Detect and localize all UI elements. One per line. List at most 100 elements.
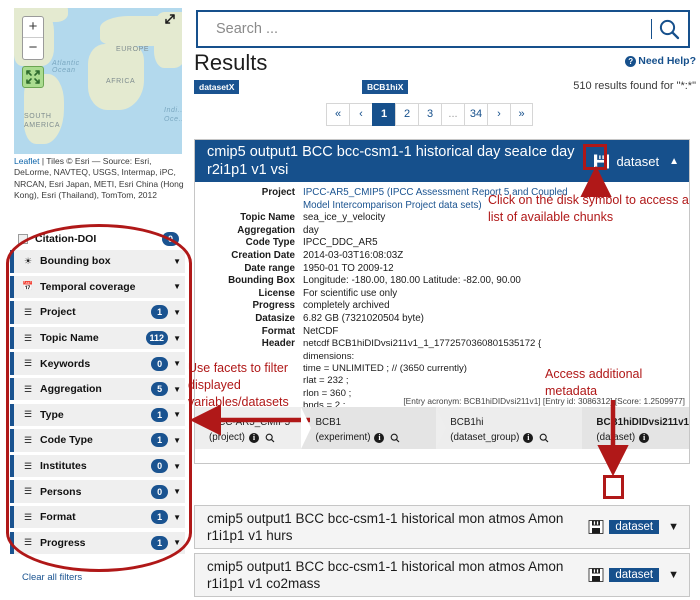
- chevron-down-icon[interactable]: ▼: [173, 308, 181, 317]
- pager-last[interactable]: »: [510, 103, 533, 126]
- question-icon: ?: [625, 55, 637, 67]
- chevron-down-icon[interactable]: ▼: [173, 257, 181, 266]
- zoom-out-button[interactable]: −: [23, 38, 43, 59]
- result-card-header[interactable]: cmip5 output1 BCC bcc-csm1-1 historical …: [195, 140, 689, 182]
- chevron-down-icon[interactable]: ▼: [173, 410, 181, 419]
- info-icon[interactable]: i: [639, 432, 650, 443]
- pager-page-34[interactable]: 34: [464, 103, 487, 126]
- chevron-down-icon[interactable]: ▼: [173, 436, 181, 445]
- breadcrumb-experiment[interactable]: BCB1 (experiment) i: [301, 407, 447, 449]
- floppy-disk-icon[interactable]: [588, 519, 604, 535]
- list-icon: ☰: [23, 306, 33, 317]
- facet-institutes[interactable]: ☰ Institutes 0 ▼: [10, 454, 185, 478]
- result-card-collapsed[interactable]: cmip5 output1 BCC bcc-csm1-1 historical …: [194, 553, 690, 597]
- filter-tag-dataset[interactable]: datasetX: [194, 80, 240, 94]
- list-icon: ☰: [23, 486, 33, 497]
- metadata-row: Creation Date 2014-03-03T16:08:03Z: [195, 250, 689, 263]
- metadata-value: For scientific use only: [303, 287, 398, 299]
- expand-icon[interactable]: [163, 12, 177, 26]
- search-icon[interactable]: [539, 433, 549, 443]
- facet-aggregation[interactable]: ☰ Aggregation 5 ▼: [10, 377, 185, 401]
- result-card-type[interactable]: dataset: [609, 520, 660, 534]
- facet-topic-name[interactable]: ☰ Topic Name 112 ▼: [10, 326, 185, 350]
- search-icon[interactable]: [265, 433, 275, 443]
- facet-temporal-coverage[interactable]: 📅 Temporal coverage ▼: [10, 275, 185, 299]
- facet-citation-doi[interactable]: Citation-DOI 0: [10, 228, 185, 250]
- landmass-africa: [88, 44, 144, 110]
- search-bar[interactable]: [196, 10, 690, 48]
- result-card-expanded: cmip5 output1 BCC bcc-csm1-1 historical …: [194, 139, 690, 464]
- header-line: rlat = 232 ;: [303, 375, 349, 387]
- facet-bounding-box[interactable]: ☀ Bounding box ▼: [10, 250, 185, 273]
- breadcrumb: IPCC-AR5_CMIP5 (project) i BCB1 (experime…: [195, 407, 689, 449]
- info-icon[interactable]: i: [374, 432, 385, 443]
- facet-code-type[interactable]: ☰ Code Type 1 ▼: [10, 429, 185, 452]
- need-help-link[interactable]: ? Need Help?: [625, 55, 696, 67]
- chevron-down-icon[interactable]: ▼: [173, 462, 181, 471]
- fit-bounds-icon[interactable]: [22, 66, 44, 88]
- info-icon[interactable]: i: [248, 432, 259, 443]
- floppy-disk-icon[interactable]: [593, 153, 610, 170]
- metadata-value: day: [303, 224, 319, 236]
- pagination[interactable]: « ‹ 1 2 3 ... 34 › »: [326, 103, 533, 126]
- chevron-up-icon[interactable]: ▲: [669, 156, 679, 167]
- pager-page-3[interactable]: 3: [418, 103, 441, 126]
- search-input[interactable]: [214, 20, 651, 38]
- metadata-key: Format: [261, 325, 295, 337]
- citation-doi-label: Citation-DOI: [35, 233, 97, 245]
- breadcrumb-project[interactable]: IPCC-AR5_CMIP5 (project) i: [195, 407, 312, 449]
- pager-next[interactable]: ›: [487, 103, 510, 126]
- floppy-disk-icon[interactable]: [588, 567, 604, 583]
- clear-all-filters-link[interactable]: Clear all filters: [22, 572, 82, 583]
- calendar-icon: 📅: [22, 281, 34, 292]
- chevron-down-icon[interactable]: ▼: [173, 513, 181, 522]
- metadata-value: 2014-03-03T16:08:03Z: [303, 249, 404, 261]
- facet-type[interactable]: ☰ Type 1 ▼: [10, 403, 185, 427]
- pager-page-2[interactable]: 2: [395, 103, 418, 126]
- facet-persons[interactable]: ☰ Persons 0 ▼: [10, 480, 185, 503]
- search-icon[interactable]: [390, 433, 400, 443]
- search-icon[interactable]: [658, 18, 680, 40]
- chevron-down-icon[interactable]: ▼: [173, 385, 181, 394]
- chevron-down-icon[interactable]: ▼: [173, 487, 181, 496]
- facet-progress[interactable]: ☰ Progress 1 ▼: [10, 531, 185, 555]
- breadcrumb-kind: (dataset): [596, 432, 636, 443]
- chevron-down-icon[interactable]: ▼: [668, 521, 679, 533]
- metadata-value: 1950-01 TO 2009-12: [303, 262, 394, 274]
- leaflet-link[interactable]: Leaflet: [14, 156, 40, 166]
- breadcrumb-name: BCB1: [315, 417, 342, 428]
- chevron-down-icon[interactable]: ▼: [173, 282, 181, 291]
- list-icon: ☰: [23, 332, 33, 343]
- info-icon[interactable]: i: [523, 432, 534, 443]
- chevron-down-icon[interactable]: ▼: [668, 569, 679, 581]
- chevron-down-icon[interactable]: ▼: [173, 538, 181, 547]
- pager-prev[interactable]: ‹: [349, 103, 372, 126]
- result-card-collapsed[interactable]: cmip5 output1 BCC bcc-csm1-1 historical …: [194, 505, 690, 549]
- chevron-down-icon[interactable]: ▼: [173, 334, 181, 343]
- filter-tag-bcb1hi[interactable]: BCB1hiX: [362, 80, 409, 94]
- zoom-in-button[interactable]: +: [23, 17, 43, 38]
- result-card-type[interactable]: dataset: [609, 568, 660, 582]
- map-zoom-controls[interactable]: + −: [22, 16, 44, 60]
- facet-count: 1: [151, 510, 169, 525]
- pager-page-1[interactable]: 1: [372, 103, 395, 126]
- pager-ellipsis: ...: [441, 103, 464, 126]
- facet-label: Aggregation: [40, 383, 102, 396]
- breadcrumb-dataset[interactable]: BCB1hiDIDvsi211v1 (dataset) i: [582, 407, 689, 449]
- facet-label: Code Type: [40, 434, 93, 447]
- citation-doi-checkbox[interactable]: [18, 234, 28, 244]
- chevron-down-icon[interactable]: ▼: [173, 359, 181, 368]
- pager-first[interactable]: «: [326, 103, 349, 126]
- facet-keywords[interactable]: ☰ Keywords 0 ▼: [10, 352, 185, 375]
- metadata-key: Progress: [252, 300, 295, 312]
- facet-count: 5: [151, 382, 169, 397]
- result-card-title: cmip5 output1 BCC bcc-csm1-1 historical …: [207, 144, 575, 178]
- list-icon: ☰: [23, 358, 33, 369]
- facet-project[interactable]: ☰ Project 1 ▼: [10, 301, 185, 324]
- breadcrumb-dataset-group[interactable]: BCB1hi (dataset_group) i: [436, 407, 593, 449]
- facet-format[interactable]: ☰ Format 1 ▼: [10, 505, 185, 529]
- facet-label: Progress: [40, 536, 86, 549]
- metadata-value: IPCC_DDC_AR5: [303, 237, 378, 249]
- map-label-indian-ocean: Indi.. Oce..: [164, 107, 182, 123]
- map-widget[interactable]: EUROPE AFRICA Atlantic Ocean SOUTH AMERI…: [14, 8, 182, 154]
